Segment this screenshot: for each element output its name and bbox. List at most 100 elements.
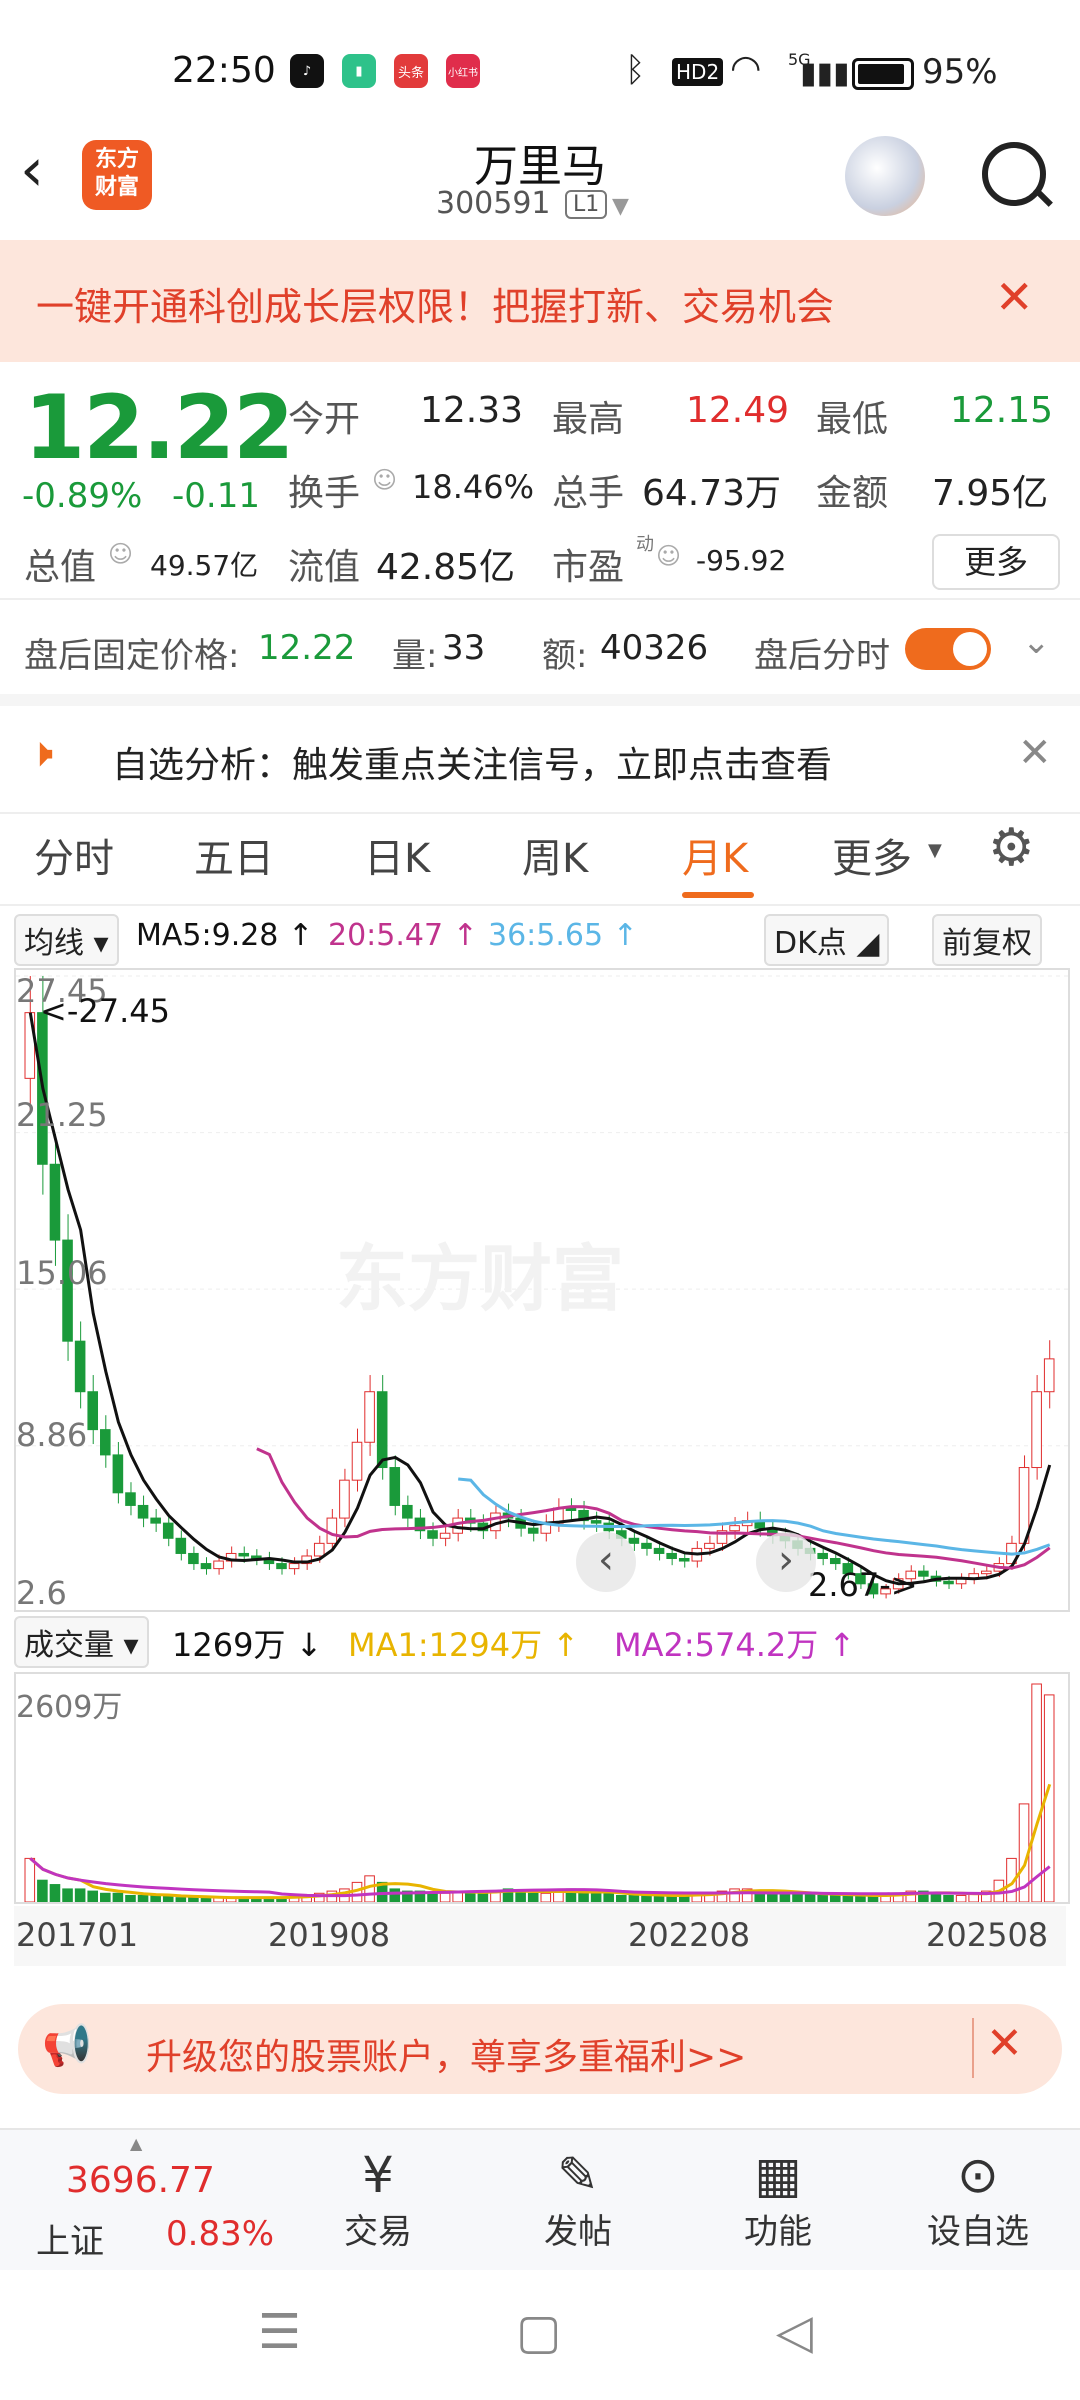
y-tick-4: 2.6 bbox=[16, 1574, 67, 1612]
volume-ma1: MA1:1294万 ↑ bbox=[348, 1626, 580, 1664]
volume-type-select[interactable]: 成交量 ▾ bbox=[14, 1616, 149, 1668]
back-icon[interactable]: ◁ bbox=[776, 2304, 813, 2360]
after-vol-label: 量: bbox=[392, 636, 438, 676]
volume-bar bbox=[842, 1894, 854, 1903]
volume-bar bbox=[137, 1894, 149, 1903]
stock-name[interactable]: 万里马 bbox=[380, 130, 700, 194]
ma5-value: MA5:9.28 ↑ bbox=[136, 918, 314, 953]
watermark: 东方财富 bbox=[336, 1237, 625, 1321]
tab-weekly-k[interactable]: 周K bbox=[522, 826, 588, 884]
prev-arrow-icon[interactable]: ‹ bbox=[576, 1532, 636, 1592]
system-nav-bar: ☰ ▢ ◁ bbox=[0, 2270, 1080, 2400]
tab-daily-k[interactable]: 日K bbox=[364, 826, 430, 884]
volume-label: 总手 bbox=[552, 473, 625, 514]
volume-bar bbox=[628, 1894, 640, 1903]
chevron-down-icon[interactable]: ⌄ bbox=[1022, 622, 1051, 662]
dropdown-icon[interactable]: ▼ bbox=[612, 194, 629, 219]
volume-bar bbox=[427, 1892, 438, 1903]
kline-chart[interactable]: 东方财富 27.45 21.25 15.06 8.86 2.6 <-27.45 … bbox=[14, 968, 1070, 1612]
volume-bar bbox=[477, 1892, 489, 1903]
analysis-row[interactable]: 🕨 自选分析：触发重点关注信号，立即点击查看 ✕ bbox=[0, 694, 1080, 814]
candle-body bbox=[175, 1537, 187, 1554]
nav-trade[interactable]: ¥ 交易 bbox=[318, 2146, 438, 2253]
app-logo[interactable]: 东方 财富 bbox=[82, 140, 152, 210]
volume-bar bbox=[62, 1888, 73, 1903]
banner-text: 一键开通科创成长层权限！把握打新、交易机会 bbox=[36, 285, 835, 329]
volume-bar bbox=[389, 1888, 401, 1903]
tab-intraday[interactable]: 分时 bbox=[34, 826, 114, 884]
index-change[interactable]: 0.83% bbox=[166, 2214, 274, 2254]
high-value: 12.49 bbox=[686, 390, 790, 431]
volume-bar bbox=[74, 1888, 86, 1903]
candle-body bbox=[200, 1563, 212, 1570]
float-label: 流值 bbox=[288, 547, 361, 588]
home-icon[interactable]: ▢ bbox=[516, 2304, 561, 2360]
tab-monthly-k[interactable]: 月K bbox=[682, 826, 748, 884]
volume-ma2-line bbox=[29, 1857, 1051, 1898]
kline-indicator-row: 均线 ▾ MA5:9.28 ↑ 20:5.47 ↑ 36:5.65 ↑ DK点 … bbox=[14, 912, 1066, 966]
volume-bar bbox=[37, 1879, 48, 1903]
index-value[interactable]: 3696.77 bbox=[66, 2160, 215, 2201]
more-button[interactable]: 更多 bbox=[932, 534, 1060, 590]
level-badge[interactable]: L1 bbox=[565, 190, 608, 219]
close-icon[interactable]: ✕ bbox=[986, 2018, 1023, 2069]
nav-add-watchlist[interactable]: ⊙ 设自选 bbox=[918, 2146, 1038, 2253]
after-toggle-label: 盘后分时 bbox=[754, 636, 890, 676]
volume-bar bbox=[767, 1892, 778, 1903]
volume-bar bbox=[87, 1890, 99, 1903]
volume-bar bbox=[779, 1892, 791, 1903]
after-hours-toggle[interactable] bbox=[905, 628, 991, 670]
toutiao-icon: 头条 bbox=[394, 54, 428, 88]
ma-type-select[interactable]: 均线 ▾ bbox=[14, 914, 119, 966]
change-pct: -0.89% bbox=[22, 476, 143, 516]
info-icon[interactable]: ☺ bbox=[108, 540, 133, 568]
account-upgrade-banner[interactable]: 📢 升级您的股票账户，尊享多重福利>> ✕ bbox=[18, 2004, 1062, 2094]
signal-icon: ▮▮▮ bbox=[800, 56, 850, 91]
nav-functions[interactable]: ▦ 功能 bbox=[718, 2146, 838, 2253]
close-icon[interactable]: ✕ bbox=[995, 270, 1034, 324]
candle-body bbox=[150, 1517, 161, 1524]
tiktok-icon: ♪ bbox=[290, 54, 324, 88]
candle-body bbox=[590, 1520, 602, 1524]
volume-bar bbox=[188, 1897, 199, 1903]
bottom-nav: ▲ 3696.77 上证 0.83% ¥ 交易 ✎ 发帖 ▦ 功能 ⊙ 设自选 bbox=[0, 2128, 1080, 2272]
status-time: 22:50 bbox=[172, 50, 276, 91]
menu-icon[interactable]: ☰ bbox=[258, 2304, 301, 2360]
volume-bar bbox=[616, 1894, 627, 1903]
candle-body bbox=[364, 1391, 375, 1443]
tab-five-day[interactable]: 五日 bbox=[194, 826, 274, 884]
info-icon[interactable]: ☺ bbox=[372, 466, 397, 494]
candle-body bbox=[376, 1391, 388, 1469]
index-name[interactable]: 上证 bbox=[36, 2214, 104, 2263]
hd-icon: HD2 bbox=[672, 58, 724, 86]
volume-bar bbox=[817, 1894, 828, 1903]
search-icon[interactable] bbox=[982, 142, 1046, 206]
dk-point-button[interactable]: DK点 ◢ bbox=[764, 914, 890, 966]
candle-body bbox=[112, 1454, 124, 1494]
last-price: 12.22 bbox=[24, 376, 294, 479]
x-date-1: 201908 bbox=[268, 1916, 391, 1954]
candle-body bbox=[389, 1467, 401, 1506]
tab-more[interactable]: 更多 bbox=[832, 826, 912, 884]
volume-bar bbox=[641, 1894, 652, 1903]
dropdown-icon[interactable]: ▼ bbox=[928, 840, 942, 861]
gear-icon[interactable]: ⚙ bbox=[988, 818, 1035, 878]
next-arrow-icon[interactable]: › bbox=[756, 1532, 816, 1592]
nav-add-watchlist-label: 设自选 bbox=[927, 2212, 1029, 2252]
robot-assistant-icon[interactable] bbox=[845, 136, 925, 216]
promo-banner[interactable]: 一键开通科创成长层权限！把握打新、交易机会 ✕ bbox=[0, 240, 1080, 362]
ma36-value: 36:5.65 ↑ bbox=[488, 918, 638, 953]
adjust-button[interactable]: 前复权 bbox=[932, 914, 1042, 966]
stock-code: 300591 bbox=[436, 186, 551, 221]
promo-text: 升级您的股票账户，尊享多重福利>> bbox=[146, 2037, 747, 2078]
volume-chart[interactable]: 2609万 bbox=[14, 1672, 1070, 1904]
open-value: 12.33 bbox=[420, 390, 524, 431]
y-tick-3: 8.86 bbox=[16, 1416, 88, 1454]
info-icon[interactable]: ☺ bbox=[656, 542, 681, 570]
turnover-value: 18.46% bbox=[412, 468, 535, 506]
close-icon[interactable]: ✕ bbox=[1018, 730, 1052, 776]
back-arrow-icon[interactable]: ‹ bbox=[20, 140, 44, 200]
nav-post[interactable]: ✎ 发帖 bbox=[518, 2146, 638, 2253]
xiaohongshu-icon: 小红书 bbox=[446, 54, 480, 88]
candle-body bbox=[943, 1580, 954, 1585]
